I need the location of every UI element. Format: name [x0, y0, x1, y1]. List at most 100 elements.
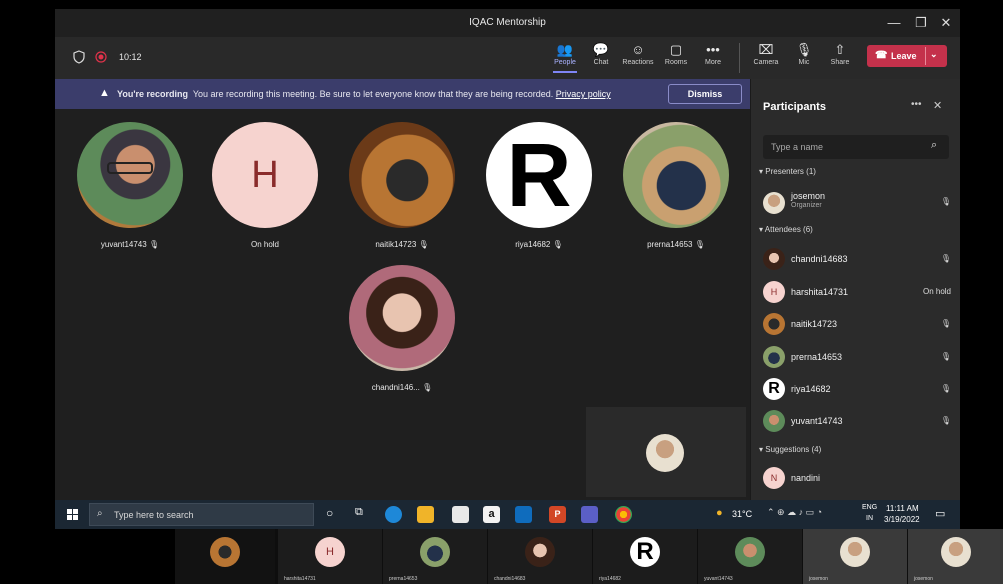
cortana-icon[interactable]: ○	[326, 506, 333, 520]
avatar	[940, 537, 971, 567]
language-bottom[interactable]: IN	[866, 515, 873, 522]
windows-start-icon[interactable]	[67, 509, 78, 520]
mic-off-icon: 🎙	[940, 352, 951, 361]
mic-off-icon: 🎙	[940, 254, 951, 263]
participant-row-naitik[interactable]: naitik14723 🎙	[763, 313, 953, 337]
privacy-policy-link[interactable]: Privacy policy	[556, 89, 611, 99]
participant-row-prerna[interactable]: prerna14653 🎙	[763, 346, 953, 370]
hangup-icon: ☎	[875, 50, 888, 61]
video-tile-on-hold[interactable]: H On hold	[205, 122, 325, 249]
leave-button[interactable]: ☎ Leave ⌄	[867, 45, 947, 67]
mail-icon[interactable]	[515, 506, 532, 523]
share-button[interactable]: ⇧ Share	[820, 41, 860, 66]
chrome-icon[interactable]	[615, 506, 632, 523]
more-button[interactable]: ••• More	[693, 41, 733, 66]
avatar: N	[763, 467, 785, 489]
title-bar: IQAC Mentorship — ❐ ✕	[55, 9, 960, 37]
mic-button[interactable]: 🎙 Mic	[784, 41, 824, 66]
mic-off-icon: 🎙	[795, 42, 813, 57]
powerpoint-icon[interactable]: P	[549, 506, 566, 523]
close-window-button[interactable]: ✕	[935, 13, 957, 33]
weather-temp[interactable]: 31°C	[732, 509, 752, 519]
panel-title: Participants	[763, 101, 826, 113]
participant-row-riya[interactable]: R riya14682 🎙	[763, 378, 953, 402]
clock-time[interactable]: 11:11 AM	[886, 504, 919, 513]
shield-icon[interactable]	[73, 50, 85, 64]
search-participants[interactable]: Type a name ⌕	[763, 135, 949, 159]
strip-thumb[interactable]: H harshita14731	[278, 529, 382, 584]
video-tile-riya[interactable]: R riya14682 🎙	[479, 122, 599, 249]
avatar	[349, 265, 455, 371]
attendees-header[interactable]: ▾ Attendees (6)	[759, 225, 813, 234]
video-tile-yuvant[interactable]: yuvant14743 🎙	[70, 122, 190, 249]
windows-taskbar: ⌕ Type here to search ○ ⧉ a P ● 31°C ⌃ ⊕…	[55, 500, 960, 529]
strip-thumb[interactable]	[175, 529, 275, 584]
people-icon: 👥	[556, 42, 574, 57]
dismiss-button[interactable]: Dismiss	[668, 84, 742, 104]
participant-strip: H harshita14731 prerna14653 chandni14683…	[175, 529, 1003, 584]
video-tile-prerna[interactable]: prerna14653 🎙	[616, 122, 736, 249]
weather-icon: ●	[716, 507, 723, 519]
thumb-name: josemon	[914, 576, 933, 582]
teams-icon[interactable]	[581, 506, 598, 523]
participant-status: On hold	[922, 287, 951, 296]
avatar: H	[763, 281, 785, 303]
amazon-icon[interactable]: a	[483, 506, 500, 523]
close-icon[interactable]: ✕	[933, 99, 942, 112]
clock-date[interactable]: 3/19/2022	[884, 515, 920, 524]
participant-row-josemon[interactable]: josemon Organizer 🎙	[763, 188, 953, 218]
participant-name: prerna14653	[791, 352, 843, 362]
avatar	[623, 122, 729, 228]
video-tile-chandni[interactable]: chandni146... 🎙	[342, 265, 462, 392]
camera-button[interactable]: ⌧ Camera	[746, 41, 786, 66]
store-icon[interactable]	[452, 506, 469, 523]
avatar	[840, 537, 870, 567]
task-view-icon[interactable]: ⧉	[355, 506, 363, 519]
language-top[interactable]: ENG	[862, 504, 877, 511]
participant-row-chandni[interactable]: chandni14683 🎙	[763, 248, 953, 272]
chevron-down-icon[interactable]: ⌄	[930, 49, 938, 60]
mic-off-icon: 🎙	[940, 319, 951, 328]
leave-divider	[925, 47, 926, 65]
recording-icon	[95, 51, 107, 63]
search-icon: ⌕	[97, 508, 103, 519]
restore-button[interactable]: ❐	[910, 13, 932, 33]
avatar	[735, 537, 765, 567]
tray-icons[interactable]: ⌃ ⊕ ☁ ♪ ▭ ◔	[767, 507, 822, 518]
taskbar-search[interactable]: ⌕ Type here to search	[89, 503, 314, 526]
participant-name: chandni146... 🎙	[371, 383, 433, 392]
suggestions-header[interactable]: ▾ Suggestions (4)	[759, 445, 821, 454]
rooms-button[interactable]: ▢ Rooms	[656, 41, 696, 66]
avatar	[646, 434, 684, 472]
avatar: R	[486, 122, 592, 228]
minimize-button[interactable]: —	[883, 13, 905, 33]
chat-icon: 💬	[592, 42, 610, 57]
chat-button[interactable]: 💬 Chat	[581, 41, 621, 66]
participant-row-nandini[interactable]: N nandini	[763, 467, 953, 491]
strip-thumb[interactable]: yuvant14743	[698, 529, 802, 584]
edge-icon[interactable]	[385, 506, 402, 523]
participant-row-yuvant[interactable]: yuvant14743 🎙	[763, 410, 953, 434]
thumb-name: yuvant14743	[704, 576, 733, 582]
strip-thumb[interactable]: josemon	[908, 529, 1003, 584]
strip-thumb[interactable]: josemon	[803, 529, 907, 584]
participant-row-harshita[interactable]: H harshita14731 On hold	[763, 281, 953, 305]
strip-thumb[interactable]: prerna14653	[383, 529, 487, 584]
strip-thumb[interactable]: R riya14682	[593, 529, 697, 584]
people-button[interactable]: 👥 People	[545, 41, 585, 73]
camera-label: Camera	[753, 59, 779, 66]
video-tile-naitik[interactable]: naitik14723 🎙	[342, 122, 462, 249]
reactions-button[interactable]: ☺ Reactions	[618, 41, 658, 66]
avatar	[763, 192, 785, 214]
participant-name: naitik14723	[791, 319, 838, 329]
avatar	[210, 537, 240, 567]
notifications-icon[interactable]: ▭	[935, 507, 945, 520]
presenters-header[interactable]: ▾ Presenters (1)	[759, 167, 816, 176]
file-explorer-icon[interactable]	[417, 506, 434, 523]
mic-off-icon: 🎙	[940, 416, 951, 425]
participant-name: josemon	[791, 191, 826, 201]
share-label: Share	[830, 59, 850, 66]
people-label: People	[554, 59, 576, 66]
more-options-icon[interactable]: •••	[911, 99, 922, 110]
strip-thumb[interactable]: chandni14683	[488, 529, 592, 584]
